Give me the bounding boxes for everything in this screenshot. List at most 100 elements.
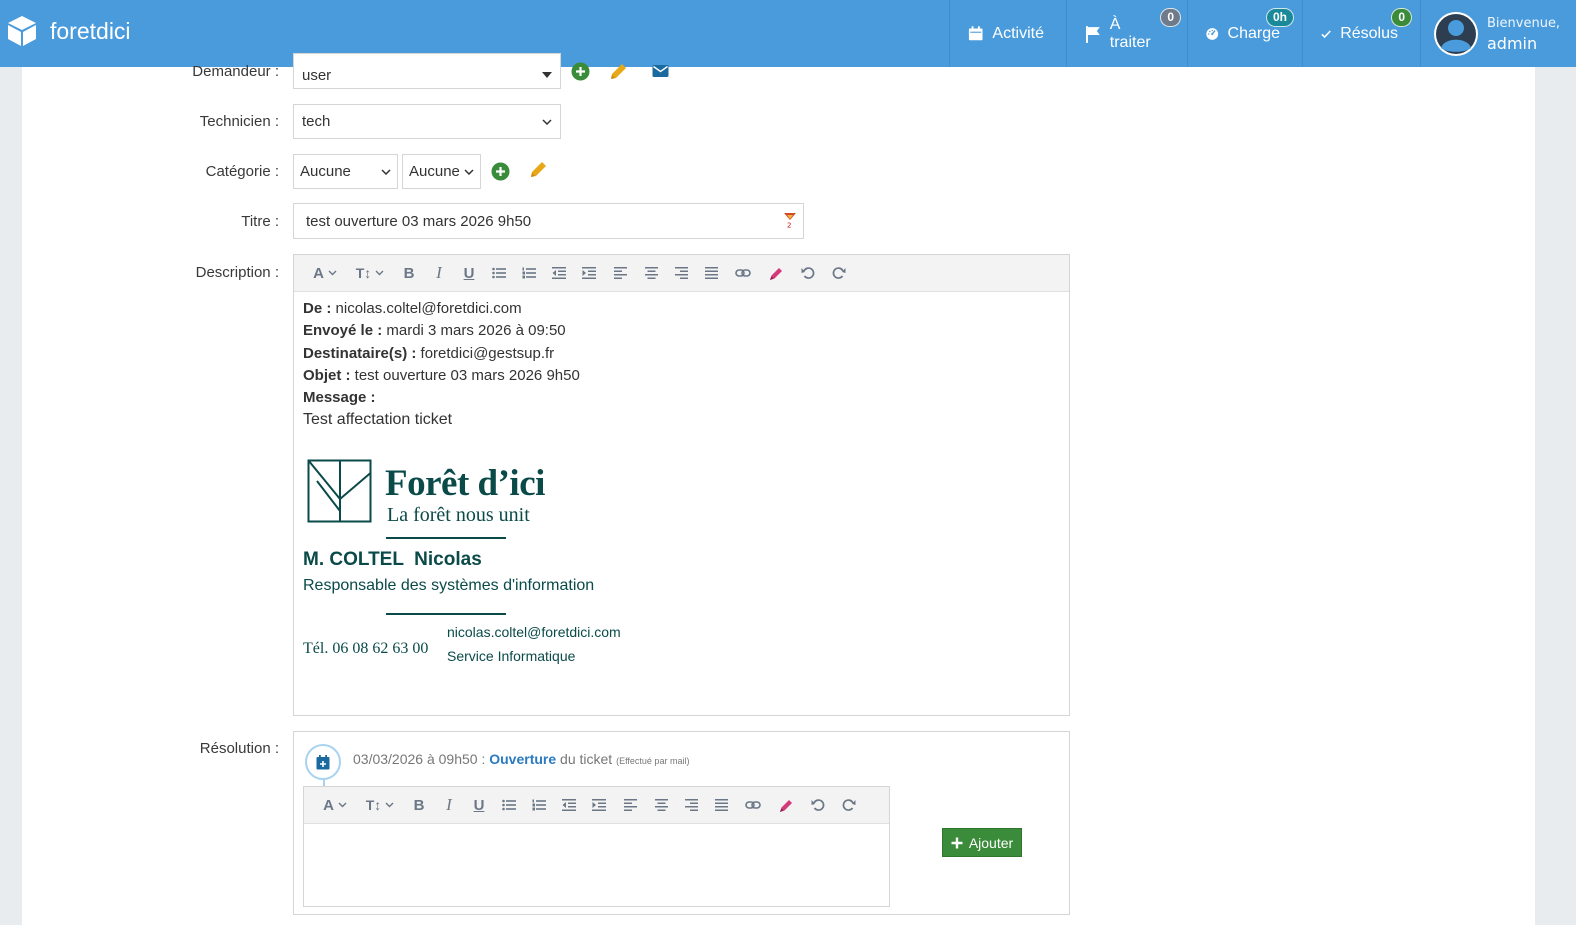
add-resolution-label: Ajouter bbox=[968, 834, 1014, 851]
nav-charge-label: Charge bbox=[1227, 24, 1280, 42]
plus-icon bbox=[951, 837, 963, 848]
undo-button[interactable] bbox=[802, 787, 834, 824]
add-category-button[interactable] bbox=[490, 161, 510, 181]
underline-button[interactable]: U bbox=[454, 255, 484, 292]
indent-button[interactable] bbox=[584, 787, 614, 824]
titre-input[interactable]: test ouverture 03 mars 2026 9h50 bbox=[293, 203, 804, 239]
logo-tagline: La forêt nous unit bbox=[387, 504, 530, 526]
description-editor[interactable]: A T↕ B I U De: nicolas.coltel@foretdici… bbox=[293, 254, 1070, 716]
categorie-select[interactable]: Aucune bbox=[293, 154, 398, 189]
eraser-button[interactable] bbox=[770, 787, 802, 824]
italic-icon: I bbox=[446, 795, 452, 814]
demandeur-value: user bbox=[302, 66, 332, 84]
nav-resolus-label: Résolus bbox=[1340, 24, 1398, 42]
bold-button[interactable]: B bbox=[394, 255, 424, 292]
indent-button[interactable] bbox=[574, 255, 604, 292]
technicien-select[interactable]: tech bbox=[293, 104, 561, 139]
bold-icon: B bbox=[413, 796, 425, 814]
mail-message-line: Message : bbox=[303, 387, 1060, 409]
list-ul-icon bbox=[492, 267, 506, 279]
font-color-button[interactable]: A bbox=[314, 787, 356, 824]
bold-button[interactable]: B bbox=[404, 787, 434, 824]
align-justify-icon bbox=[704, 267, 718, 279]
signature-logo: Forêt d’ici La forêt nous unit bbox=[307, 459, 567, 529]
check-icon bbox=[1321, 29, 1331, 38]
user-menu[interactable]: Bienvenue, admin bbox=[1420, 0, 1576, 67]
bullet-list-button[interactable] bbox=[484, 255, 514, 292]
ordered-list-button[interactable] bbox=[514, 255, 544, 292]
link-button[interactable] bbox=[736, 787, 770, 824]
mail-subject-line: Objet : test ouverture 03 mars 2026 9h50 bbox=[303, 365, 1060, 387]
dropdown-caret-icon bbox=[542, 72, 552, 78]
mail-to-label: Destinataire(s) : bbox=[303, 344, 417, 362]
font-size-button[interactable]: T↕ bbox=[346, 255, 394, 292]
nav-charge[interactable]: Charge 0h bbox=[1187, 0, 1302, 67]
chevron-down-icon bbox=[464, 168, 474, 175]
link-icon bbox=[735, 269, 751, 277]
align-justify-icon bbox=[714, 799, 728, 811]
eraser-button[interactable] bbox=[760, 255, 792, 292]
ordered-list-button[interactable] bbox=[524, 787, 554, 824]
plus-circle-icon bbox=[491, 162, 509, 180]
link-button[interactable] bbox=[726, 255, 760, 292]
align-right-button[interactable] bbox=[666, 255, 696, 292]
svg-text:2: 2 bbox=[787, 222, 791, 229]
align-center-icon bbox=[654, 799, 668, 811]
resolution-editor[interactable]: A T↕ B I U bbox=[303, 786, 890, 907]
align-left-button[interactable] bbox=[614, 787, 646, 824]
pencil-icon bbox=[531, 162, 546, 177]
email-demandeur-button[interactable] bbox=[650, 61, 670, 81]
signature-divider bbox=[386, 537, 506, 539]
justify-button[interactable] bbox=[706, 787, 736, 824]
edit-category-button[interactable] bbox=[527, 159, 549, 181]
nav-a-traiter[interactable]: À traiter 0 bbox=[1066, 0, 1187, 67]
redo-icon bbox=[832, 267, 846, 279]
mail-to-value: foretdici@gestsup.fr bbox=[420, 344, 555, 362]
underline-button[interactable]: U bbox=[464, 787, 494, 824]
dashboard-icon bbox=[1206, 27, 1219, 40]
font-size-button[interactable]: T↕ bbox=[356, 787, 404, 824]
add-resolution-button[interactable]: Ajouter bbox=[942, 828, 1022, 857]
font-icon: A bbox=[323, 796, 334, 814]
nav-resolus[interactable]: Résolus 0 bbox=[1302, 0, 1420, 67]
font-color-button[interactable]: A bbox=[304, 255, 346, 292]
italic-button[interactable]: I bbox=[424, 255, 454, 292]
edit-demandeur-button[interactable] bbox=[607, 61, 629, 83]
description-content[interactable]: De : nicolas.coltel@foretdici.com Envoyé… bbox=[294, 292, 1069, 438]
outdent-button[interactable] bbox=[544, 255, 574, 292]
brand[interactable]: foretdici bbox=[6, 14, 131, 48]
outdent-button[interactable] bbox=[554, 787, 584, 824]
eraser-icon bbox=[769, 267, 782, 280]
categorie-value: Aucune bbox=[300, 163, 351, 180]
logo-title: Forêt d’ici bbox=[385, 463, 545, 504]
mail-sent-value: mardi 3 mars 2026 à 09:50 bbox=[386, 322, 566, 340]
nav-activite[interactable]: Activité bbox=[949, 0, 1066, 67]
align-center-button[interactable] bbox=[646, 787, 676, 824]
welcome-text: Bienvenue, bbox=[1487, 15, 1561, 31]
redo-button[interactable] bbox=[834, 787, 864, 824]
foret-dici-logo-icon bbox=[307, 459, 372, 523]
redo-icon bbox=[842, 799, 856, 811]
resolution-text-area[interactable] bbox=[304, 824, 889, 906]
redo-button[interactable] bbox=[824, 255, 854, 292]
undo-button[interactable] bbox=[792, 255, 824, 292]
subcategorie-select[interactable]: Aucune bbox=[402, 154, 481, 189]
nav-a-traiter-label: À traiter bbox=[1109, 15, 1151, 51]
bullet-list-button[interactable] bbox=[494, 787, 524, 824]
add-demandeur-button[interactable] bbox=[570, 61, 590, 81]
italic-button[interactable]: I bbox=[434, 787, 464, 824]
align-center-button[interactable] bbox=[636, 255, 666, 292]
signature-email: nicolas.coltel@foretdici.com bbox=[447, 624, 621, 640]
justify-button[interactable] bbox=[696, 255, 726, 292]
undo-icon bbox=[801, 267, 815, 279]
list-ul-icon bbox=[502, 799, 516, 811]
mail-sent-line: Envoyé le : mardi 3 mars 2026 à 09:50 bbox=[303, 320, 1060, 342]
align-right-button[interactable] bbox=[676, 787, 706, 824]
align-left-button[interactable] bbox=[604, 255, 636, 292]
mail-message-text: Test affectation ticket bbox=[303, 411, 453, 429]
mail-to-line: Destinataire(s) : foretdici@gestsup.fr bbox=[303, 343, 1060, 365]
indent-icon bbox=[592, 799, 606, 811]
demandeur-select[interactable]: user bbox=[293, 53, 561, 89]
titre-label: Titre : bbox=[241, 213, 279, 230]
calendar-plus-icon bbox=[316, 754, 330, 769]
